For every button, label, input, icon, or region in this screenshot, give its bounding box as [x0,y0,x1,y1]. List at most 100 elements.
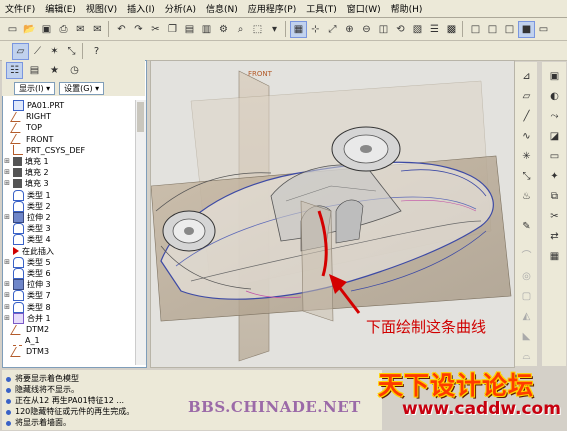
hidden-line-icon[interactable]: □ [484,21,501,38]
model-tree-tab-icon[interactable]: ☷ [6,62,23,79]
draft-icon[interactable]: ◭ [518,308,535,325]
wireframe-icon[interactable]: □ [467,21,484,38]
tree-item[interactable]: DTM3 [3,346,49,357]
select-box-icon[interactable]: ⬚ [249,21,266,38]
tree-item[interactable]: ⊞ 类型 5 [3,256,51,268]
expand-toggle-icon[interactable]: ⊞ [3,167,11,178]
tree-item[interactable]: 类型 3 [3,223,51,235]
paste-special-icon[interactable]: ▥ [198,21,215,38]
find-icon[interactable]: ⌕ [232,21,249,38]
menu-help[interactable]: 帮助(H) [386,2,428,15]
style-icon[interactable]: ✦ [546,168,563,185]
context-help-icon[interactable]: ? [88,43,105,60]
sweep-icon[interactable]: ⤳ [546,108,563,125]
blend-icon[interactable]: ◪ [546,128,563,145]
csys-display-icon[interactable]: ⤡ [518,168,535,185]
expand-toggle-icon[interactable]: ⊞ [3,302,11,313]
tree-item[interactable]: ⊞ 填充 2 [3,167,49,178]
merge-icon[interactable]: ⧉ [546,188,563,205]
menu-applications[interactable]: 应用程序(P) [243,2,301,15]
tree-item[interactable]: ⊞ 拉伸 3 [3,279,51,291]
expand-toggle-icon[interactable]: ⊞ [3,212,11,223]
analysis-icon[interactable]: ♨ [518,188,535,205]
datum-point-icon[interactable]: ✶ [46,43,63,60]
selection-filter-icon[interactable]: ▾ [266,21,283,38]
mirror-icon[interactable]: ⇄ [546,228,563,245]
show-dropdown[interactable]: 显示(I) ▾ [14,81,56,95]
shading-icon[interactable]: ■ [518,21,535,38]
tree-item[interactable]: FRONT [3,134,53,145]
expand-toggle-icon[interactable]: ⊞ [3,279,11,290]
plane-display-icon[interactable]: ▱ [518,88,535,105]
tree-item[interactable]: 类型 6 [3,268,51,279]
trim-icon[interactable]: ✂ [546,208,563,225]
layers-icon[interactable]: ☰ [426,21,443,38]
tree-item[interactable]: ⊞ 合并 1 [3,312,51,324]
tree-item[interactable]: ⊞ 填充 3 [3,178,49,189]
datum-plane-icon[interactable]: ▱ [12,43,29,60]
sketch-icon[interactable]: ✎ [518,218,535,235]
datum-csys-icon[interactable]: ⤡ [63,43,80,60]
email-attach-icon[interactable]: ✉ [89,21,106,38]
regenerate-icon[interactable]: ⚙ [215,21,232,38]
menu-file[interactable]: 文件(F) [0,2,40,15]
undo-icon[interactable]: ↶ [113,21,130,38]
tree-item[interactable]: 类型 4 [3,234,51,246]
axis-display-icon[interactable]: ╱ [518,108,535,125]
favorites-tab-icon[interactable]: ★ [46,62,63,79]
save-icon[interactable]: ▣ [38,21,55,38]
hole-icon[interactable]: ◎ [518,268,535,285]
tree-item[interactable]: PA01.PRT [3,100,64,111]
expand-toggle-icon[interactable]: ⊞ [3,313,11,324]
tree-item[interactable]: 在此插入 [3,246,54,257]
redo-icon[interactable]: ↷ [130,21,147,38]
datum-display-icon[interactable]: ⊿ [518,68,535,85]
extrude-icon[interactable]: ▣ [546,68,563,85]
reorient-icon[interactable]: ⟲ [392,21,409,38]
menu-window[interactable]: 窗口(W) [342,2,386,15]
window-icon[interactable]: ▭ [535,21,552,38]
open-icon[interactable]: 📂 [21,21,38,38]
menu-view[interactable]: 视图(V) [81,2,122,15]
expand-toggle-icon[interactable]: ⊞ [3,178,11,189]
repaint-icon[interactable]: ▦ [290,21,307,38]
round-icon[interactable]: ⌒ [518,248,535,265]
new-icon[interactable]: ▭ [4,21,21,38]
pattern-icon[interactable]: ▦ [546,248,563,265]
no-hidden-icon[interactable]: □ [501,21,518,38]
scrollbar-thumb[interactable] [137,102,144,132]
expand-toggle-icon[interactable]: ⊞ [3,257,11,268]
tree-item[interactable]: ⊞ 类型 8 [3,301,51,313]
tree-scrollbar[interactable] [135,100,146,365]
email-icon[interactable]: ✉ [72,21,89,38]
view-manager-icon[interactable]: ▩ [443,21,460,38]
rib-icon[interactable]: ⌓ [518,348,535,365]
tree-item[interactable]: ⊞ 填充 1 [3,156,49,167]
menu-info[interactable]: 信息(N) [201,2,243,15]
print-icon[interactable]: ⎙ [55,21,72,38]
tree-item[interactable]: TOP [3,122,42,133]
orient-icon[interactable]: ⤢ [324,21,341,38]
boundary-icon[interactable]: ▭ [546,148,563,165]
tree-item[interactable]: A_1 [3,335,40,346]
expand-toggle-icon[interactable]: ⊞ [3,290,11,301]
expand-toggle-icon[interactable]: ⊞ [3,156,11,167]
tree-item[interactable]: 类型 2 [3,200,51,212]
curve-icon[interactable]: ∿ [518,128,535,145]
spin-center-icon[interactable]: ⊹ [307,21,324,38]
menu-insert[interactable]: 插入(I) [122,2,160,15]
tree-item[interactable]: RIGHT [3,111,51,122]
datum-axis-icon[interactable]: ⟋ [29,43,46,60]
menu-edit[interactable]: 编辑(E) [40,2,81,15]
tree-item[interactable]: DTM2 [3,324,49,335]
tree-item[interactable]: ⊞ 类型 7 [3,290,51,302]
zoom-out-icon[interactable]: ⊖ [358,21,375,38]
shell-icon[interactable]: ▢ [518,288,535,305]
revolve-icon[interactable]: ◐ [546,88,563,105]
settings-dropdown[interactable]: 设置(G) ▾ [59,81,105,95]
tree-item[interactable]: ⊞ 拉伸 2 [3,212,51,223]
tree-item[interactable]: PRT_CSYS_DEF [3,145,85,156]
cut-icon[interactable]: ✂ [147,21,164,38]
paste-icon[interactable]: ▤ [181,21,198,38]
saved-views-icon[interactable]: ▧ [409,21,426,38]
